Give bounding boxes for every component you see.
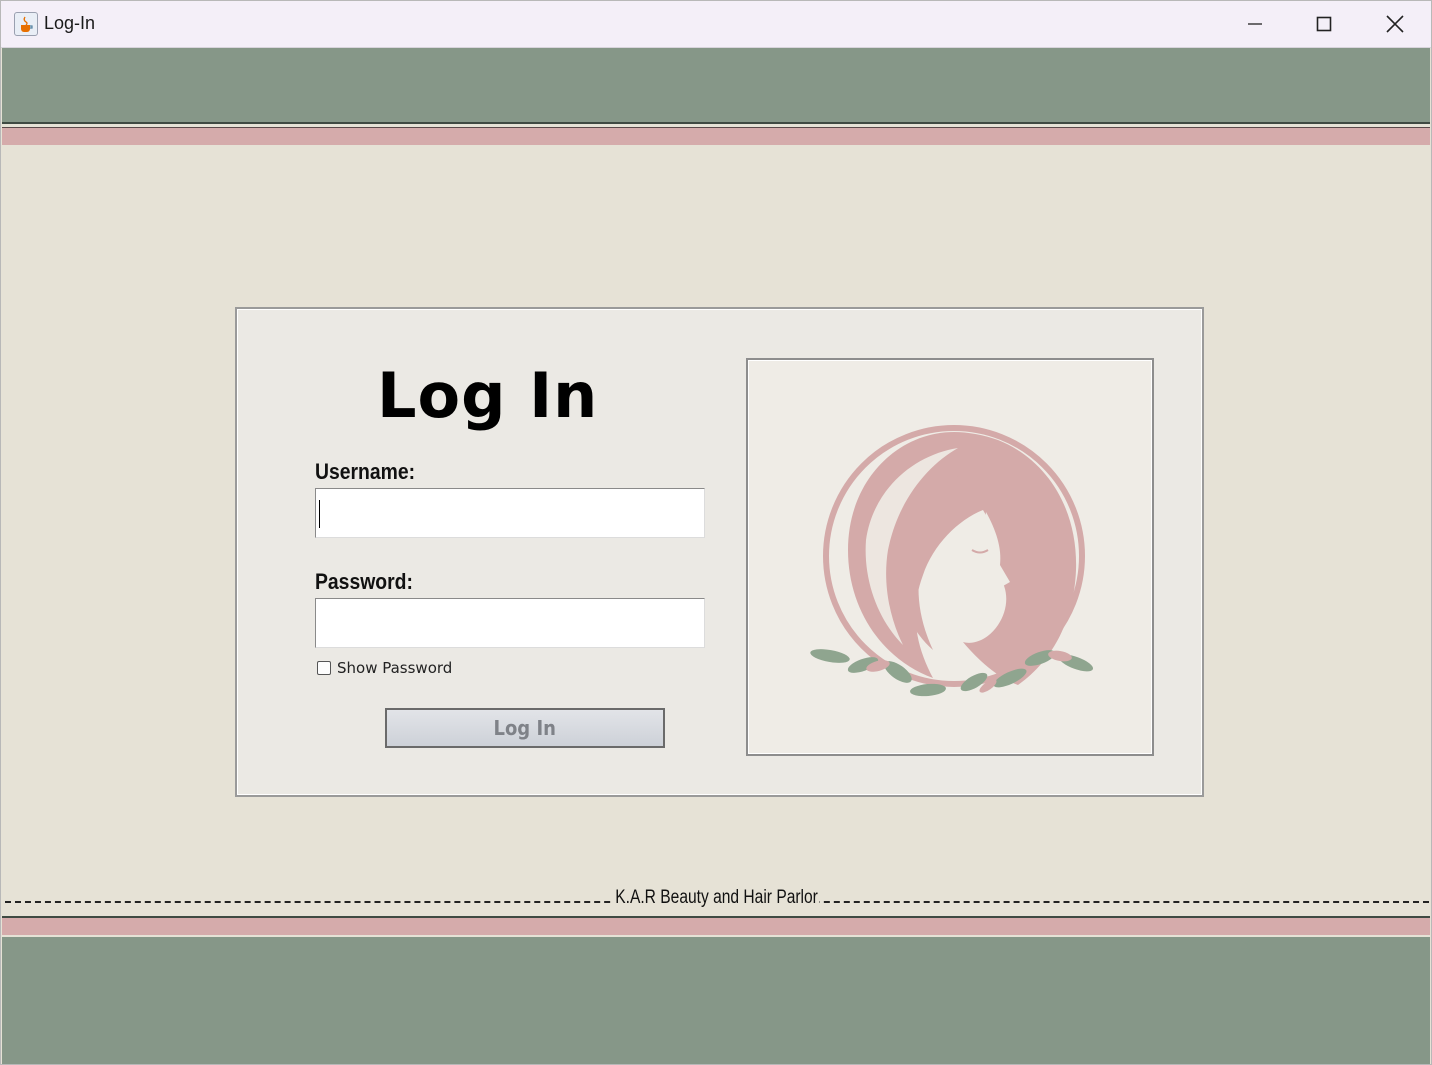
login-heading: Log In [377,359,599,432]
footer-pink-bar [2,918,1430,935]
java-app-icon [14,12,38,36]
footer-green-bar [2,937,1430,1064]
header-green-bar [2,48,1430,122]
username-input[interactable] [315,488,705,538]
header-divider [2,122,1430,124]
login-card: Log In Username: Password: Show Password… [235,307,1204,797]
maximize-button[interactable] [1290,1,1358,47]
password-label: Password: [315,569,413,594]
footer-title-container: K.A.R Beauty and Hair Parlor [1,887,1431,909]
show-password-checkbox[interactable] [317,661,331,675]
header-pink-bar [2,127,1430,145]
woman-silhouette-logo-icon [810,425,1094,697]
text-caret [319,500,320,528]
window-title: Log-In [44,13,96,33]
maximize-icon [1316,16,1332,32]
footer-title: K.A.R Beauty and Hair Parlor [614,887,820,909]
password-input[interactable] [315,598,705,648]
login-window: Log-In Log In Username: Password: Show P… [0,0,1432,1065]
username-label: Username: [315,459,416,484]
title-bar[interactable]: Log-In [1,1,1431,48]
minimize-icon [1248,23,1262,25]
show-password-label: Show Password [337,659,453,677]
close-icon [1386,15,1404,33]
minimize-button[interactable] [1221,1,1289,47]
logo-panel [746,358,1154,756]
show-password-toggle[interactable]: Show Password [317,659,452,677]
close-button[interactable] [1361,1,1429,47]
login-button[interactable]: Log In [385,708,665,748]
login-button-label: Log In [493,716,557,740]
